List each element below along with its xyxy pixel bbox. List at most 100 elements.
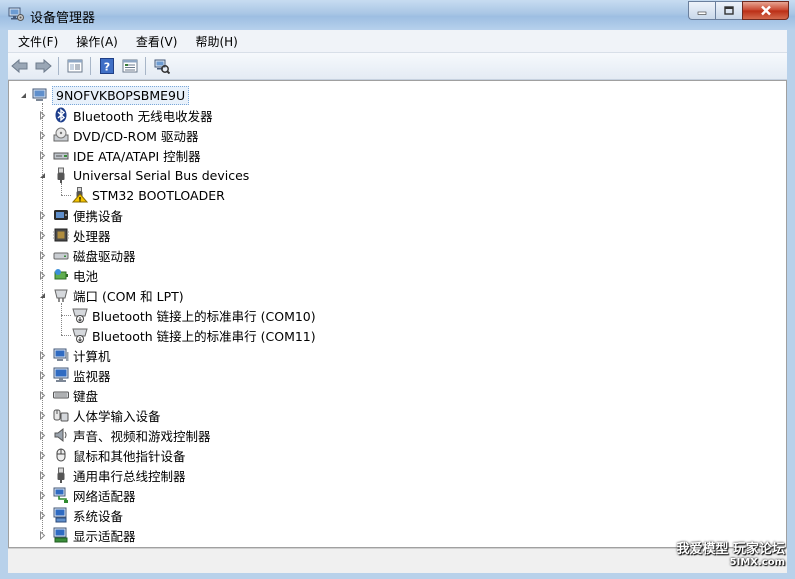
tree-item-display[interactable]: 显示适配器 (38, 525, 136, 545)
tree-item-keyboard[interactable]: 键盘 (38, 385, 98, 405)
bluetooth-icon (55, 107, 67, 123)
tree-guide-line (61, 335, 71, 336)
tree-collapsed-arrow-icon (40, 210, 46, 220)
back-icon (11, 58, 28, 74)
tree-item-dvd[interactable]: DVD/CD-ROM 驱动器 (38, 125, 198, 145)
mouse-icon (56, 448, 66, 462)
tree-collapsed-arrow-icon (40, 150, 46, 160)
help-icon: ? (100, 58, 114, 74)
computer-icon (53, 348, 69, 361)
tree-item-processor[interactable]: 处理器 (38, 225, 111, 245)
console-tree-icon (122, 59, 138, 73)
tree-item-label: 声音、视频和游戏控制器 (73, 428, 211, 444)
tree-item-network[interactable]: 网络适配器 (38, 485, 136, 505)
menu-bar: 文件(F) 操作(A) 查看(V) 帮助(H) (8, 30, 787, 53)
tree-guide-line (61, 303, 62, 335)
tree-item-label: 键盘 (73, 388, 99, 404)
tree-item-label: STM32 BOOTLOADER (92, 187, 225, 203)
tree-collapsed-arrow-icon (40, 390, 46, 400)
processor-icon (53, 228, 69, 242)
tree-item-ports[interactable]: 端口 (COM 和 LPT) (38, 285, 184, 305)
tree-item-label: 监视器 (73, 368, 111, 384)
tree-item-usb-controllers[interactable]: 通用串行总线控制器 (38, 465, 186, 485)
tree-item-com10[interactable]: Bluetooth 链接上的标准串行 (COM10) (72, 305, 316, 325)
system-device-icon (53, 507, 67, 523)
toolbar-separator (145, 57, 146, 75)
tree-item-system[interactable]: 系统设备 (38, 505, 123, 525)
close-icon (760, 5, 771, 16)
tree-collapsed-arrow-icon (40, 250, 46, 260)
usb-warning-icon (72, 187, 88, 203)
serial-port-icon (72, 308, 88, 323)
tree-item-bluetooth[interactable]: Bluetooth 无线电收发器 (38, 105, 213, 125)
dvd-drive-icon (53, 127, 69, 142)
watermark: 我爱模型 玩家论坛 5IMX.com (676, 538, 785, 568)
title-bar[interactable]: 设备管理器 (0, 0, 795, 30)
tree-item-label: 磁盘驱动器 (73, 248, 136, 264)
help-button[interactable]: ? (96, 55, 118, 77)
tree-item-usb-devices[interactable]: Universal Serial Bus devices (38, 165, 249, 185)
tree-item-disk[interactable]: 磁盘驱动器 (38, 245, 136, 265)
back-button[interactable] (9, 55, 31, 77)
display-adapter-icon (53, 527, 68, 543)
tree-item-label: 处理器 (73, 228, 111, 244)
tree-collapsed-arrow-icon (40, 230, 46, 240)
tree-item-label: 电池 (73, 268, 99, 284)
disk-drive-icon (53, 252, 69, 260)
toolbar-separator (90, 57, 91, 75)
tree-collapsed-arrow-icon (40, 450, 46, 460)
tree-item-portable[interactable]: 便携设备 (38, 205, 123, 225)
scan-hardware-button[interactable] (151, 55, 173, 77)
tree-item-monitor[interactable]: 监视器 (38, 365, 111, 385)
tree-collapsed-arrow-icon (40, 110, 46, 120)
tree-item-stm32-bootloader[interactable]: STM32 BOOTLOADER (72, 185, 225, 205)
menu-file[interactable]: 文件(F) (8, 33, 66, 50)
watermark-line-2: 5IMX.com (729, 557, 785, 568)
close-button[interactable] (742, 1, 789, 20)
forward-button[interactable] (32, 55, 54, 77)
device-manager-app-icon (8, 7, 24, 21)
tree-item-label: 人体学输入设备 (73, 408, 161, 424)
monitor-icon (53, 367, 69, 382)
tree-expanded-arrow-icon (40, 292, 45, 298)
tree-item-label: 网络适配器 (73, 488, 136, 504)
tree-item-hid[interactable]: 人体学输入设备 (38, 405, 161, 425)
tree-guide-line (61, 315, 71, 316)
tree-collapsed-arrow-icon (40, 430, 46, 440)
maximize-button[interactable] (715, 1, 742, 20)
tree-item-label: 鼠标和其他指针设备 (73, 448, 186, 464)
tree-item-com11[interactable]: Bluetooth 链接上的标准串行 (COM11) (72, 325, 316, 345)
tree-item-label: Bluetooth 链接上的标准串行 (COM10) (92, 308, 316, 324)
tree-collapsed-arrow-icon (40, 470, 46, 480)
device-tree: 9NOFVKBOPSBME9U Bluetooth 无线电收发器 DVD/CD-… (8, 80, 787, 548)
ide-controller-icon (53, 152, 69, 160)
forward-icon (35, 58, 52, 74)
tree-item-label: Bluetooth 链接上的标准串行 (COM11) (92, 328, 316, 344)
tree-item-battery[interactable]: 电池 (38, 265, 98, 285)
serial-port-icon (72, 328, 88, 343)
tree-item-label: IDE ATA/ATAPI 控制器 (73, 148, 201, 164)
show-hide-tree-button[interactable] (64, 55, 86, 77)
usb-plug-icon (57, 167, 65, 183)
sound-icon (54, 427, 67, 443)
tree-item-computer[interactable]: 计算机 (38, 345, 111, 365)
tree-collapsed-arrow-icon (40, 350, 46, 360)
menu-action[interactable]: 操作(A) (66, 33, 126, 50)
usb-controller-icon (57, 467, 65, 483)
tree-expanded-arrow-icon (21, 92, 26, 98)
tree-item-sound[interactable]: 声音、视频和游戏控制器 (38, 425, 211, 445)
tree-collapsed-arrow-icon (40, 410, 46, 420)
battery-icon (54, 269, 68, 280)
tree-root[interactable]: 9NOFVKBOPSBME9U (19, 85, 190, 105)
maximize-icon (724, 5, 734, 15)
tree-item-ide[interactable]: IDE ATA/ATAPI 控制器 (38, 145, 201, 165)
menu-view[interactable]: 查看(V) (126, 33, 186, 50)
tree-collapsed-arrow-icon (40, 490, 46, 500)
portable-device-icon (54, 210, 68, 220)
tree-collapsed-arrow-icon (40, 510, 46, 520)
menu-help[interactable]: 帮助(H) (185, 33, 245, 50)
minimize-button[interactable] (688, 1, 715, 20)
tree-item-mouse[interactable]: 鼠标和其他指针设备 (38, 445, 186, 465)
console-tree-button[interactable] (119, 55, 141, 77)
tree-collapsed-arrow-icon (40, 130, 46, 140)
